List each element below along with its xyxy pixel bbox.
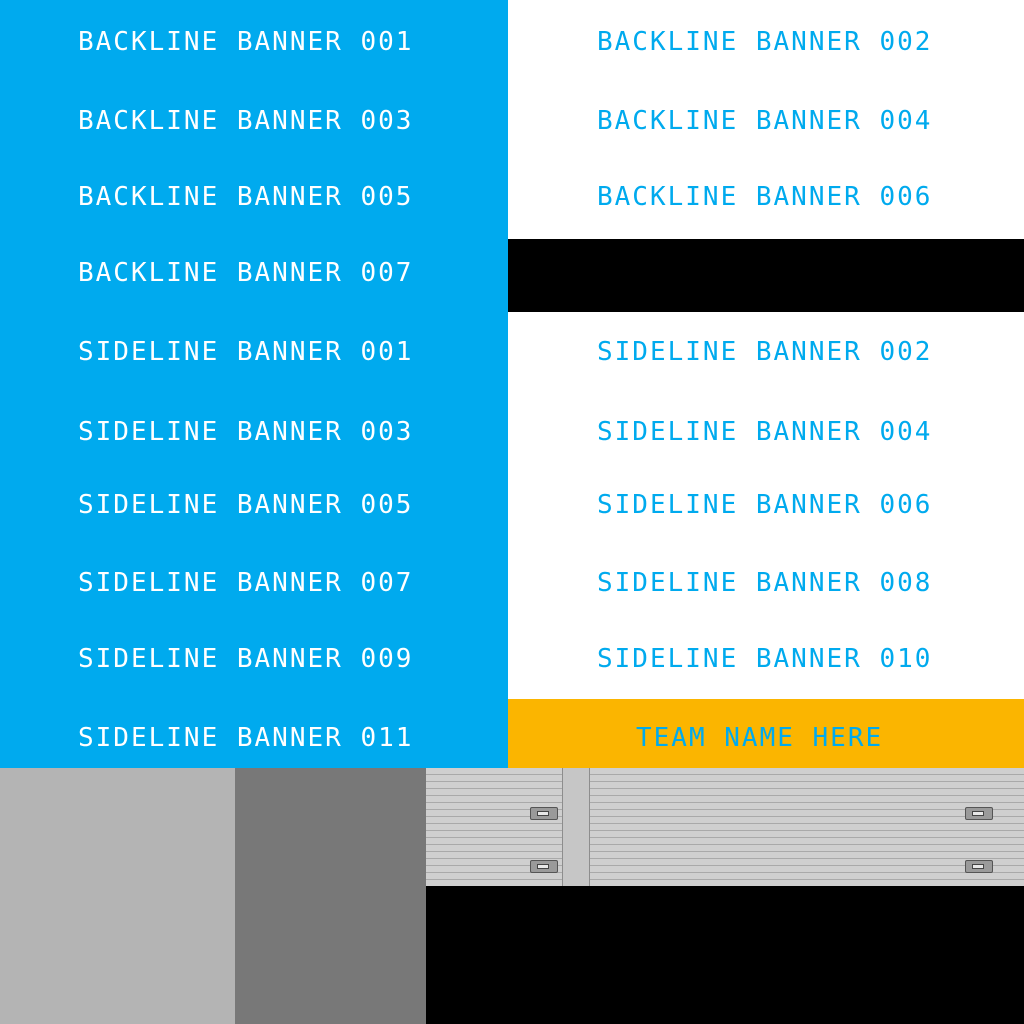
light-gray-swatch <box>0 768 235 1024</box>
team-name-label: TEAM NAME HERE <box>636 723 884 753</box>
backline-banner-003: BACKLINE BANNER 003 <box>78 106 414 136</box>
sideline-banner-010: SIDELINE BANNER 010 <box>597 644 933 674</box>
sideline-banner-001: SIDELINE BANNER 001 <box>78 337 414 367</box>
latch-icon <box>530 860 558 873</box>
latch-icon <box>965 860 993 873</box>
latch-icon <box>965 807 993 820</box>
backline-banner-006: BACKLINE BANNER 006 <box>597 182 933 212</box>
backline-banner-004: BACKLINE BANNER 004 <box>597 106 933 136</box>
sideline-banner-009: SIDELINE BANNER 009 <box>78 644 414 674</box>
board-post <box>562 768 590 886</box>
sideline-banner-004: SIDELINE BANNER 004 <box>597 417 933 447</box>
backline-banner-007: BACKLINE BANNER 007 <box>78 258 414 288</box>
sideline-banner-011: SIDELINE BANNER 011 <box>78 723 414 753</box>
latch-icon <box>530 807 558 820</box>
sideline-banner-003: SIDELINE BANNER 003 <box>78 417 414 447</box>
sideline-banner-005: SIDELINE BANNER 005 <box>78 490 414 520</box>
texture-atlas: BACKLINE BANNER 001 BACKLINE BANNER 002 … <box>0 0 1024 1024</box>
sideline-banner-002: SIDELINE BANNER 002 <box>597 337 933 367</box>
sideline-banner-008: SIDELINE BANNER 008 <box>597 568 933 598</box>
backline-banner-001: BACKLINE BANNER 001 <box>78 27 414 57</box>
metal-board-texture <box>426 768 1024 886</box>
black-strip <box>508 239 1024 312</box>
sideline-banner-007: SIDELINE BANNER 007 <box>78 568 414 598</box>
sideline-banner-006: SIDELINE BANNER 006 <box>597 490 933 520</box>
backline-banner-002: BACKLINE BANNER 002 <box>597 27 933 57</box>
black-swatch <box>426 886 1024 1024</box>
backline-banner-005: BACKLINE BANNER 005 <box>78 182 414 212</box>
dark-gray-swatch <box>235 768 426 1024</box>
